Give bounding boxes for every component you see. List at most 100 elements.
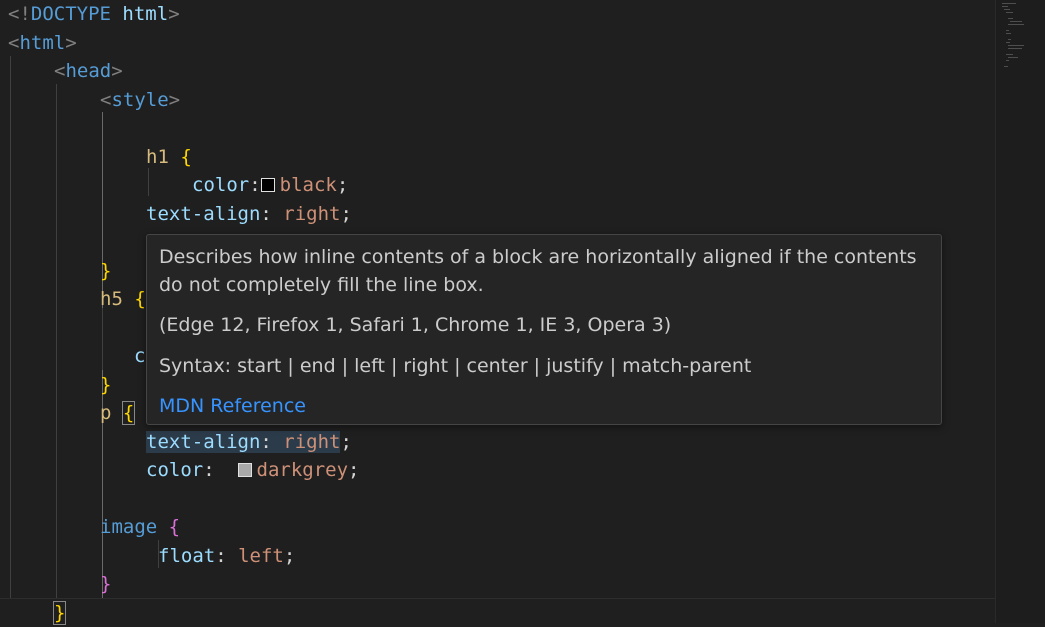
code-line[interactable]: color: black; (192, 171, 348, 199)
code-token: darkgrey (256, 459, 349, 481)
code-token: } (100, 373, 112, 396)
code-token: h5 (100, 288, 123, 310)
code-token: html (122, 3, 169, 25)
code-token: ; (283, 544, 296, 567)
code-token: { (168, 516, 181, 538)
code-line[interactable]: p { (100, 399, 136, 427)
code-token: { (121, 401, 136, 425)
code-line[interactable]: color: darkgrey; (146, 456, 360, 484)
code-token: style (111, 88, 169, 111)
code-token: ; (348, 459, 360, 481)
code-token: : (260, 202, 284, 225)
code-token: > (168, 88, 181, 111)
indent-guide (148, 168, 149, 196)
code-token: color (192, 174, 250, 196)
hover-browser-support: (Edge 12, Firefox 1, Safari 1, Chrome 1,… (159, 314, 672, 336)
code-token: head (65, 60, 112, 82)
code-token: > (65, 31, 77, 54)
minimap-line (1006, 54, 1013, 55)
code-token: <! (8, 3, 31, 25)
code-line[interactable]: c (134, 342, 145, 370)
minimap-line (1006, 42, 1010, 43)
code-line[interactable]: <html> (8, 29, 77, 57)
color-swatch[interactable] (237, 463, 252, 477)
minimap-line (1010, 21, 1022, 22)
code-line[interactable]: } (100, 371, 111, 399)
code-token: < (100, 88, 112, 111)
code-token: > (168, 3, 180, 25)
code-token: < (8, 31, 20, 54)
code-token: : (203, 459, 238, 481)
minimap-line (1004, 9, 1010, 10)
minimap-line (1008, 57, 1018, 58)
code-token: image (100, 516, 158, 538)
code-token: float (158, 544, 216, 567)
code-line[interactable]: image { (100, 513, 180, 541)
code-token: black (279, 174, 337, 196)
minimap[interactable] (995, 0, 1045, 623)
code-token: text-align (146, 202, 261, 225)
code-token: } (100, 573, 112, 595)
minimap-line (1008, 48, 1022, 49)
minimap-line (1002, 6, 1008, 7)
code-line[interactable]: } (100, 570, 111, 598)
code-token: p (100, 402, 112, 424)
code-token: right (283, 430, 341, 453)
color-swatch[interactable] (260, 178, 275, 192)
code-token: color (146, 459, 204, 481)
code-line[interactable]: text-align: right; (146, 200, 352, 228)
hover-syntax: Syntax: start | end | left | right | cen… (159, 355, 752, 377)
code-line[interactable]: h1 { (146, 143, 192, 171)
code-line[interactable]: } (100, 257, 111, 285)
code-token: : (215, 544, 239, 567)
code-token: text-align (146, 430, 261, 453)
code-token: : (249, 174, 261, 196)
code-token: } (52, 600, 67, 625)
code-token: { (180, 145, 192, 168)
current-line-highlight (0, 598, 995, 624)
code-line[interactable]: h5 { (100, 285, 146, 313)
code-line[interactable]: <head> (54, 57, 123, 85)
indent-guide (56, 84, 57, 599)
code-token: DOCTYPE (30, 3, 111, 25)
minimap-line (1006, 60, 1009, 61)
code-line[interactable]: } (52, 599, 67, 627)
hover-description: Describes how inline contents of a block… (159, 246, 917, 296)
code-line[interactable]: <!DOCTYPE html> (8, 0, 180, 28)
code-token: { (134, 288, 146, 310)
indent-guide (102, 308, 103, 370)
code-line[interactable]: text-align: right; (146, 428, 352, 456)
code-editor[interactable]: <!DOCTYPE html> <html> <head> <style> h1 {co… (0, 0, 1045, 625)
minimap-line (1008, 39, 1011, 40)
code-token: left (238, 544, 284, 567)
code-token: right (283, 202, 341, 225)
minimap-line (1008, 45, 1024, 46)
code-token: } (100, 259, 112, 282)
code-token: : (260, 430, 284, 453)
minimap-line (1002, 3, 1016, 4)
minimap-line (1004, 66, 1008, 67)
minimap-line (1006, 12, 1013, 13)
minimap-line (1008, 18, 1013, 19)
code-token: < (54, 60, 66, 82)
code-token: > (111, 60, 123, 82)
mdn-reference-link[interactable]: MDN Reference (159, 395, 306, 417)
code-line[interactable]: <style> (100, 86, 180, 114)
code-line[interactable]: float: left; (158, 542, 295, 570)
code-token: h1 (146, 145, 169, 168)
hover-tooltip: Describes how inline contents of a block… (146, 234, 942, 425)
minimap-line (1006, 30, 1009, 31)
code-token: ; (340, 430, 352, 453)
code-token: html (19, 31, 66, 54)
minimap-line (1008, 24, 1024, 25)
code-token: ; (340, 202, 352, 225)
indent-guide (10, 56, 11, 599)
code-token: c (134, 345, 146, 367)
code-token: ; (336, 174, 349, 196)
minimap-line (1006, 33, 1011, 34)
